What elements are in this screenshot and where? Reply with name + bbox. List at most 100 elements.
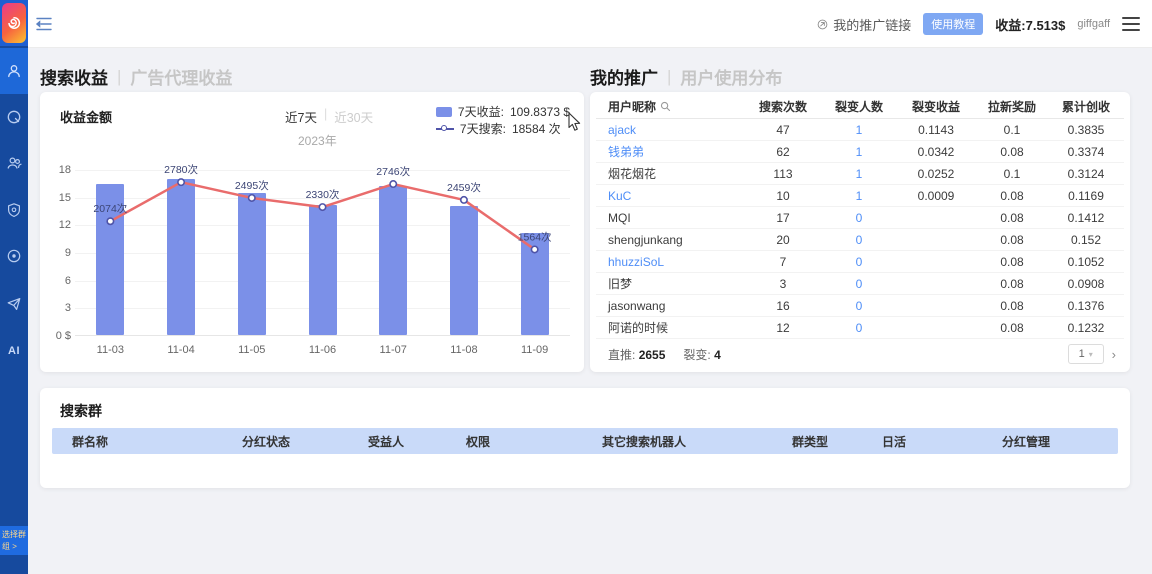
sidebar-item-send[interactable] <box>0 281 28 327</box>
record-dot-icon <box>6 248 22 264</box>
user-nickname[interactable]: KuC <box>596 189 744 203</box>
cell-searches: 17 <box>744 211 822 225</box>
chart-year-label: 2023年 <box>298 132 337 149</box>
col-fission-count: 裂变人数 <box>822 98 896 115</box>
topbar: 我的推广链接 使用教程 收益:7.513$ giffgaff <box>28 0 1152 48</box>
next-page-button[interactable]: › <box>1112 347 1116 362</box>
line-point-11-08[interactable] <box>461 197 467 203</box>
sidebar-item-ai[interactable]: AI <box>0 328 28 374</box>
cell-referral_reward: 0.08 <box>976 211 1048 225</box>
cell-searches: 7 <box>744 255 822 269</box>
x-axis-tick: 11-07 <box>358 344 428 356</box>
username: giffgaff <box>1077 18 1110 30</box>
my-promo-link[interactable]: 我的推广链接 <box>817 15 911 34</box>
x-axis-tick: 11-06 <box>288 344 358 356</box>
sidebar-item-browser[interactable] <box>0 94 28 140</box>
search-icon[interactable] <box>660 101 671 112</box>
x-axis-tick: 11-08 <box>429 344 499 356</box>
cell-fission[interactable]: 1 <box>822 189 896 203</box>
x-axis-tick: 11-03 <box>75 344 145 356</box>
shield-settings-icon <box>6 202 22 218</box>
line-point-11-04[interactable] <box>178 179 184 185</box>
range-7d[interactable]: 近7天 <box>285 107 317 126</box>
line-point-11-03[interactable] <box>107 218 113 224</box>
cell-fission[interactable]: 0 <box>822 277 896 291</box>
range-toggle: 近7天 | 近30天 <box>285 107 373 126</box>
chart-title: 收益金额 <box>60 107 112 126</box>
cell-fission[interactable]: 1 <box>822 167 896 181</box>
user-nickname: jasonwang <box>596 299 744 313</box>
select-group-float-button[interactable]: 选择群 组 > <box>0 526 28 555</box>
app-logo-icon <box>2 3 26 43</box>
cell-fission_revenue: 0.1143 <box>896 123 976 137</box>
cell-total: 0.1412 <box>1048 211 1124 225</box>
fission-stat: 裂变: 4 <box>683 346 720 363</box>
table-row: 阿诺的时候1200.080.1232 <box>596 317 1124 339</box>
user-nickname[interactable]: hhuzziSoL <box>596 255 744 269</box>
svg-text:2074次: 2074次 <box>93 202 127 215</box>
tab-my-promotion[interactable]: 我的推广 <box>590 64 658 89</box>
cell-searches: 113 <box>744 167 822 181</box>
user-nickname[interactable]: 钱弟弟 <box>596 143 744 160</box>
line-point-11-06[interactable] <box>319 204 325 210</box>
promotion-table-header: 用户昵称 搜索次数 裂变人数 裂变收益 拉新奖励 累计创收 <box>596 94 1124 119</box>
search-line-series: 2074次2780次2495次2330次2746次2459次1564次 <box>75 170 570 336</box>
ai-icon: AI <box>8 345 20 357</box>
tab-user-usage-distribution[interactable]: 用户使用分布 <box>680 64 782 89</box>
line-point-11-05[interactable] <box>249 195 255 201</box>
send-plane-icon <box>6 296 22 312</box>
cell-searches: 3 <box>744 277 822 291</box>
tab-search-revenue[interactable]: 搜索收益 <box>40 64 108 89</box>
cell-fission[interactable]: 0 <box>822 255 896 269</box>
line-point-11-07[interactable] <box>390 181 396 187</box>
user-nickname: 阿诺的时候 <box>596 319 744 336</box>
chart-legend: 7天收益: 109.8373 $ 7天搜索: 18584 次 <box>436 103 570 137</box>
page-select[interactable]: 1▾ <box>1068 344 1104 364</box>
x-axis-tick: 11-09 <box>500 344 570 356</box>
right-section-heading: 我的推广 | 用户使用分布 <box>590 64 782 89</box>
table-row: 钱弟弟6210.03420.080.3374 <box>596 141 1124 163</box>
user-nickname: 旧梦 <box>596 275 744 292</box>
cell-fission_revenue: 0.0252 <box>896 167 976 181</box>
revenue-amount: 收益:7.513$ <box>995 15 1065 34</box>
legend-item-search[interactable]: 7天搜索: 18584 次 <box>436 120 570 137</box>
sidebar-item-security[interactable] <box>0 187 28 233</box>
cell-total: 0.1232 <box>1048 321 1124 335</box>
table-row: MQI1700.080.1412 <box>596 207 1124 229</box>
group-col-header: 权限 <box>466 433 602 450</box>
group-col-header: 分红管理 <box>1002 433 1118 450</box>
sidebar-item-account[interactable] <box>0 48 28 94</box>
tab-ad-agent-revenue[interactable]: 广告代理收益 <box>130 64 232 89</box>
y-axis-tick: 9 <box>43 247 71 259</box>
user-menu-icon[interactable] <box>1122 17 1140 31</box>
col-fission-revenue: 裂变收益 <box>896 98 976 115</box>
table-row: shengjunkang2000.080.152 <box>596 229 1124 251</box>
svg-text:2495次: 2495次 <box>235 179 269 192</box>
cell-fission[interactable]: 0 <box>822 211 896 225</box>
group-col-header: 其它搜索机器人 <box>602 433 792 450</box>
sidebar-item-record[interactable] <box>0 233 28 279</box>
cell-referral_reward: 0.08 <box>976 277 1048 291</box>
range-30d[interactable]: 近30天 <box>334 107 373 126</box>
cell-referral_reward: 0.1 <box>976 167 1048 181</box>
table-row: KuC1010.00090.080.1169 <box>596 185 1124 207</box>
table-row: jasonwang1600.080.1376 <box>596 295 1124 317</box>
y-axis-tick: 12 <box>43 219 71 231</box>
legend-item-revenue[interactable]: 7天收益: 109.8373 $ <box>436 103 570 120</box>
user-nickname[interactable]: ajack <box>596 123 744 137</box>
cell-fission[interactable]: 0 <box>822 321 896 335</box>
tutorial-badge-button[interactable]: 使用教程 <box>923 13 983 35</box>
sidebar-collapse-button[interactable] <box>36 16 54 32</box>
app-logo[interactable] <box>0 0 28 46</box>
cell-fission[interactable]: 1 <box>822 123 896 137</box>
cell-fission[interactable]: 1 <box>822 145 896 159</box>
legend-search-label: 7天搜索: <box>460 120 506 137</box>
cell-referral_reward: 0.1 <box>976 123 1048 137</box>
sidebar-item-groups[interactable] <box>0 140 28 186</box>
line-point-11-09[interactable] <box>531 246 537 252</box>
cell-fission[interactable]: 0 <box>822 299 896 313</box>
y-axis-tick: 18 <box>43 164 71 176</box>
cell-fission[interactable]: 0 <box>822 233 896 247</box>
y-axis-tick: 0 $ <box>43 330 71 342</box>
table-row: 烟花烟花11310.02520.10.3124 <box>596 163 1124 185</box>
